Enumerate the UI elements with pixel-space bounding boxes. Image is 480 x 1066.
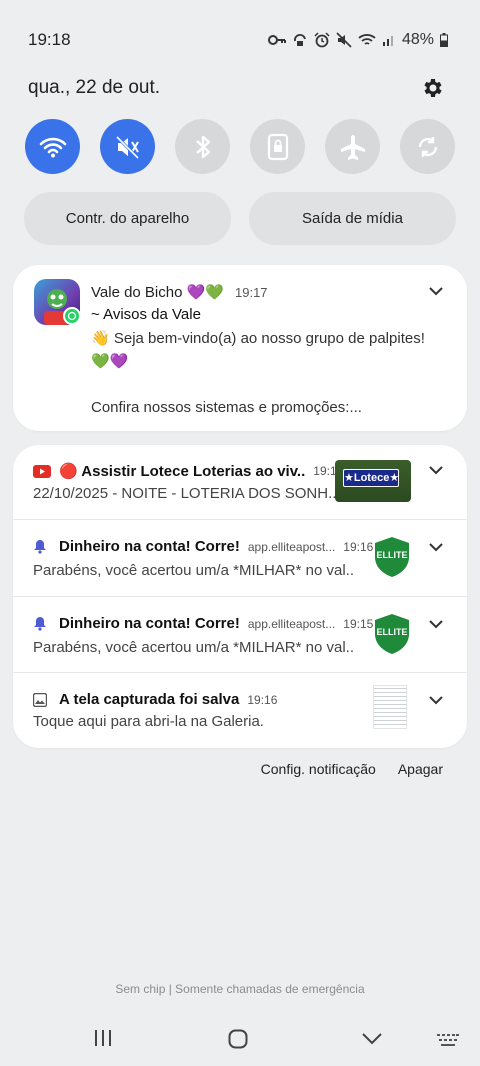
wa-time: 19:17 xyxy=(235,285,268,300)
notification-app: app.elliteapost... xyxy=(247,616,336,631)
signal-icon xyxy=(382,36,393,46)
wa-group-name: Vale do Bicho 💜💚 xyxy=(91,284,224,301)
wa-message: 👋 Seja bem-vindo(a) ao nosso grupo de pa… xyxy=(91,330,425,370)
notification-text: Parabéns, você acertou um/a *MILHAR* no … xyxy=(33,562,354,579)
bell-icon xyxy=(34,617,46,631)
notification-group: 🔴 Assistir Lotece Loterias ao viv.. 19:1… xyxy=(13,445,467,748)
expand-chevron-icon[interactable] xyxy=(429,695,443,705)
whatsapp-notification[interactable]: Vale do Bicho 💜💚 19:17 ~ Avisos da Vale … xyxy=(13,265,467,431)
notification-time: 19:16 xyxy=(343,539,374,554)
media-output-button[interactable]: Saída de mídia xyxy=(249,192,456,245)
ellite-logo-text: ELLITE xyxy=(377,550,408,560)
expand-chevron-icon[interactable] xyxy=(429,286,443,296)
ellite-logo: ELLITE xyxy=(371,612,413,656)
notification-settings-button[interactable]: Config. notificação xyxy=(261,761,376,777)
notification-title: 🔴 Assistir Lotece Loterias ao viv.. xyxy=(59,463,306,480)
lotece-logo: ★Lotece★ xyxy=(343,469,399,487)
status-icons: 48% xyxy=(267,31,448,49)
back-chevron-icon[interactable] xyxy=(362,1033,382,1045)
carrier-text: Sem chip | Somente chamadas de emergênci… xyxy=(115,982,365,996)
device-control-button[interactable]: Contr. do aparelho xyxy=(24,192,231,245)
expand-chevron-icon[interactable] xyxy=(429,542,443,552)
notification-item-lotece[interactable]: 🔴 Assistir Lotece Loterias ao viv.. 19:1… xyxy=(13,445,467,520)
rotation-lock-icon xyxy=(267,133,288,160)
quick-settings-row xyxy=(25,119,455,174)
clear-all-button[interactable]: Apagar xyxy=(398,761,443,777)
navigation-bar xyxy=(0,1025,480,1055)
keyboard-icon[interactable] xyxy=(437,1034,459,1048)
qs-wifi-button[interactable] xyxy=(25,119,80,174)
ellite-logo: ELLITE xyxy=(371,535,413,579)
alarm-icon xyxy=(314,32,330,48)
lotece-thumbnail: ★Lotece★ xyxy=(335,460,411,502)
qs-sound-button[interactable] xyxy=(100,119,155,174)
pill-row: Contr. do aparelho Saída de mídia xyxy=(24,192,456,245)
mute-icon xyxy=(336,32,352,48)
qs-bluetooth-button[interactable] xyxy=(175,119,230,174)
expand-chevron-icon[interactable] xyxy=(429,619,443,629)
expand-chevron-icon[interactable] xyxy=(429,465,443,475)
status-time: 19:18 xyxy=(28,30,71,49)
airplane-icon xyxy=(340,134,365,160)
date-row: qua., 22 de out. xyxy=(28,76,444,100)
wa-sender: ~ Avisos da Vale xyxy=(91,306,201,323)
ellite-logo-text: ELLITE xyxy=(377,627,408,637)
notification-text: Toque aqui para abri-la na Galeria. xyxy=(33,713,264,730)
gallery-icon xyxy=(33,692,47,707)
notification-title: Dinheiro na conta! Corre! xyxy=(59,615,240,632)
bell-icon xyxy=(34,540,46,554)
recent-apps-icon[interactable] xyxy=(94,1029,112,1047)
sync-icon xyxy=(418,136,437,157)
settings-gear-icon[interactable] xyxy=(420,76,444,100)
notification-item-screenshot[interactable]: A tela capturada foi salva 19:16 Toque a… xyxy=(13,673,467,748)
notification-app: app.elliteapost... xyxy=(247,539,336,554)
youtube-icon xyxy=(33,464,51,478)
notification-text: 22/10/2025 - NOITE - LOTERIA DOS SONH.. xyxy=(33,485,337,502)
notification-text: Parabéns, você acertou um/a *MILHAR* no … xyxy=(33,639,354,656)
battery-percent: 48% xyxy=(401,31,434,48)
wifi-status-icon xyxy=(358,34,376,45)
sync-lock-icon xyxy=(294,34,306,46)
notification-time: 19:16 xyxy=(247,692,278,707)
notification-item-ellite-1[interactable]: Dinheiro na conta! Corre! app.elliteapos… xyxy=(13,520,467,597)
wifi-icon xyxy=(39,137,66,157)
qs-sync-button[interactable] xyxy=(400,119,455,174)
status-bar: 19:18 48% xyxy=(28,30,448,50)
notification-item-ellite-2[interactable]: Dinheiro na conta! Corre! app.elliteapos… xyxy=(13,597,467,673)
home-icon[interactable] xyxy=(228,1029,248,1049)
wa-message-more: Confira nossos sistemas e promoções:... xyxy=(91,399,362,416)
whatsapp-badge-icon xyxy=(63,307,81,325)
qs-airplane-button[interactable] xyxy=(325,119,380,174)
qs-rotation-button[interactable] xyxy=(250,119,305,174)
bluetooth-icon xyxy=(195,135,210,158)
notification-title: Dinheiro na conta! Corre! xyxy=(59,538,240,555)
notification-time: 19:15 xyxy=(343,616,374,631)
battery-icon xyxy=(440,33,448,47)
notification-actions: Config. notificação Apagar xyxy=(261,761,443,777)
key-icon xyxy=(267,35,286,45)
sound-mute-icon xyxy=(114,134,139,159)
date-label: qua., 22 de out. xyxy=(28,77,161,98)
notification-title: A tela capturada foi salva xyxy=(59,691,240,708)
screenshot-thumbnail xyxy=(373,685,407,729)
